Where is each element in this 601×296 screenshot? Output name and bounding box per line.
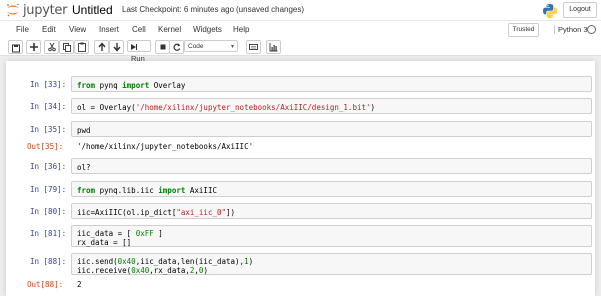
- python-logo-icon: [542, 3, 558, 19]
- code-line: iic.send(0x40,iic_data,len(iic_data),1): [77, 257, 254, 266]
- checkpoint-status: Last Checkpoint: 6 minutes ago: [122, 5, 235, 14]
- arrow-down-icon: [110, 41, 123, 53]
- copy-button[interactable]: [59, 40, 74, 54]
- chevron-down-icon: ▾: [230, 44, 234, 50]
- autosave-status: (unsaved changes): [236, 5, 305, 14]
- input-prompt: In [79]:: [30, 185, 67, 194]
- notebook-container: In [33]: from pynq import Overlay In [34…: [6, 61, 595, 296]
- plus-icon: [27, 41, 40, 53]
- code-line: rx_data = []: [77, 238, 132, 247]
- code-line: from pynq.lib.iic import AxiIIC: [77, 186, 217, 195]
- code-cell-input[interactable]: iic_data = [ 0xFF ] rx_data = []: [71, 225, 592, 247]
- run-button[interactable]: Run: [127, 40, 151, 63]
- input-prompt: In [35]:: [30, 125, 67, 134]
- cell-output: 2: [77, 280, 82, 289]
- input-prompt: In [80]:: [30, 207, 67, 216]
- stop-icon: [156, 41, 169, 53]
- command-palette-button[interactable]: [246, 40, 261, 54]
- menu-view[interactable]: View: [69, 25, 86, 34]
- cut-button[interactable]: [44, 40, 59, 54]
- menu-insert[interactable]: Insert: [99, 25, 119, 34]
- code-line: iic_data = [ 0xFF ]: [77, 229, 163, 238]
- code-line: ol?: [77, 163, 91, 172]
- code-cell-input[interactable]: from pynq.lib.iic import AxiIIC: [71, 181, 592, 197]
- input-prompt: In [34]:: [30, 102, 67, 111]
- code-cell-input[interactable]: iic=AxiIIC(ol.ip_dict["axi_iic_0"]): [71, 203, 592, 219]
- input-prompt: In [36]:: [30, 162, 67, 171]
- save-button[interactable]: [8, 40, 23, 54]
- output-prompt: Out[88]:: [27, 280, 64, 289]
- menu-help[interactable]: Help: [233, 25, 249, 34]
- jupyter-logo-icon: [6, 3, 20, 17]
- kernel-name: Python 3: [554, 25, 588, 34]
- code-line: iic.receive(0x40,rx_data,2,0): [77, 266, 208, 275]
- trusted-indicator[interactable]: Trusted: [508, 23, 539, 37]
- code-line: from pynq import Overlay: [77, 81, 186, 90]
- menu-edit[interactable]: Edit: [42, 25, 56, 34]
- code-cell-input[interactable]: ol = Overlay('/home/xilinx/jupyter_noteb…: [71, 98, 592, 114]
- notebook-header: jupyter Untitled Last Checkpoint: 6 minu…: [0, 0, 601, 20]
- restart-button[interactable]: [169, 40, 184, 54]
- input-prompt: In [33]:: [30, 80, 67, 89]
- paste-button[interactable]: [74, 40, 89, 54]
- chart-button[interactable]: [266, 40, 281, 54]
- code-line: ol = Overlay('/home/xilinx/jupyter_noteb…: [77, 103, 376, 112]
- kernel-status-icon: [587, 25, 596, 34]
- keyboard-icon: [247, 41, 260, 53]
- logout-button[interactable]: Logout: [563, 2, 597, 18]
- code-cell-input[interactable]: ol?: [71, 158, 592, 174]
- code-cell-input[interactable]: from pynq import Overlay: [71, 76, 592, 92]
- input-prompt: In [88]:: [30, 257, 67, 266]
- save-icon: [9, 41, 22, 53]
- notebook-toolbar: Run Code ▾: [0, 38, 601, 63]
- menu-file[interactable]: File: [16, 25, 29, 34]
- code-cell-input[interactable]: pwd: [71, 121, 592, 137]
- logo-text: jupyter: [23, 2, 68, 18]
- run-icon: [131, 41, 137, 53]
- output-prompt: Out[35]:: [27, 142, 64, 151]
- menu-cell[interactable]: Cell: [132, 25, 146, 34]
- menu-widgets[interactable]: Widgets: [193, 25, 222, 34]
- interrupt-button[interactable]: [155, 40, 170, 54]
- code-cell-input[interactable]: iic.send(0x40,iic_data,len(iic_data),1) …: [71, 253, 592, 275]
- scissors-icon: [45, 41, 58, 53]
- restart-icon: [170, 41, 183, 53]
- menubar: File Edit View Insert Cell Kernel Widget…: [0, 20, 601, 40]
- input-prompt: In [81]:: [30, 229, 67, 238]
- jupyter-logo[interactable]: jupyter: [6, 2, 67, 18]
- copy-icon: [60, 41, 73, 53]
- cell-type-value: Code: [188, 43, 204, 50]
- arrow-up-icon: [95, 41, 108, 53]
- chart-icon: [267, 41, 280, 53]
- cell-output: '/home/xilinx/jupyter_notebooks/AxiIIC': [77, 142, 254, 151]
- paste-icon: [75, 41, 88, 53]
- cell-type-select[interactable]: Code ▾: [184, 40, 238, 52]
- code-line: pwd: [77, 126, 91, 135]
- move-up-button[interactable]: [94, 40, 109, 54]
- menu-kernel[interactable]: Kernel: [158, 25, 181, 34]
- insert-cell-button[interactable]: [26, 40, 41, 54]
- move-down-button[interactable]: [109, 40, 124, 54]
- code-line: iic=AxiIIC(ol.ip_dict["axi_iic_0"]): [77, 208, 236, 217]
- notebook-title[interactable]: Untitled: [72, 3, 113, 17]
